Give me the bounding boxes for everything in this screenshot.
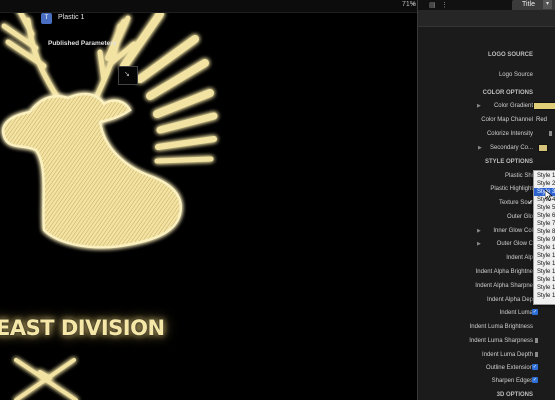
logo-source-well[interactable]: ↘ [118,66,138,85]
style-options-header: STYLE OPTIONS [484,159,533,165]
outline-extension-checkbox[interactable]: ✓ [532,364,538,370]
menu-item-style[interactable]: Style 12 [534,260,555,268]
colorize-intensity-slider[interactable] [549,131,552,136]
menu-item-style[interactable]: Style 16 [534,292,555,300]
division-caption: EAST DIVISION [0,316,165,340]
indent-alpha-depth-label: Indent Alpha Dep [486,297,533,303]
color-map-channel-value[interactable]: Red [536,117,547,123]
image-well-icon: ↘ [124,71,130,78]
logo-source-label: Logo Source [498,72,533,78]
indent-luma-sharpness-label: Indent Luma Sharpness [469,338,533,344]
generator-title: Plastic 1 [58,14,85,21]
secondary-color-label: Secondary Co... [489,145,533,151]
menu-item-style[interactable]: Style 2 [534,180,555,188]
color-map-channel-label: Color Map Channel [481,117,533,123]
indent-alpha-label: Indent Alp [506,255,533,261]
indent-alpha-brightness-label: Indent Alpha Brightne [475,269,533,275]
indent-luma-depth-label: Indent Luma Depth [481,352,533,358]
menu-item-style[interactable]: Style 9 [534,236,555,244]
plastic-highlight-label: Plastic Highlight [490,186,533,192]
menu-item-style[interactable]: Style 6 [534,212,555,220]
indent-luma-checkbox[interactable]: ✓ [532,309,538,315]
sunburst-rays [105,10,218,164]
indent-luma-sharpness-slider[interactable] [535,338,538,343]
color-gradient-label: Color Gradient [493,103,533,109]
indent-luma-depth-slider[interactable] [535,352,538,357]
canvas-viewer[interactable]: 71% ▾ EAST DIVISION [0,0,417,400]
crossed-rifles [14,358,78,400]
logo-source-header: LOGO SOURCE [487,52,533,58]
menu-item-style[interactable]: Style 1 [534,172,555,180]
deer-head [1,92,183,249]
indent-luma-label: Indent Luma [499,310,533,316]
colorize-intensity-label: Colorize Intensity [486,131,533,137]
outer-glow-color-label: Outer Glow C [496,241,533,247]
menu-item-style[interactable]: Style 5 [534,204,555,212]
menu-item-style[interactable]: Style 13 [534,268,555,276]
menu-item-style[interactable]: Style 15 [534,284,555,292]
arrow-cursor-icon [545,190,553,201]
indent-luma-brightness-label: Indent Luma Brightness [469,324,533,330]
plastic-shine-label: Plastic Shi [504,173,533,179]
zoom-dropdown-icon[interactable]: ▾ [412,1,415,8]
outer-glow-label: Outer Glo [506,214,533,220]
menu-item-style[interactable]: Style 8 [534,228,555,236]
inner-glow-color-label: Inner Glow Col [493,228,533,234]
selected-checkmark-icon: ✓ [528,200,534,206]
outline-extension-label: Outline Extension [485,365,533,371]
menu-item-style[interactable]: Style 10 [534,244,555,252]
menu-item-style[interactable]: Style 7 [534,220,555,228]
logo-artwork [1,5,218,400]
color-gradient-swatch[interactable] [533,102,555,110]
3d-options-header: 3D OPTIONS [496,392,533,398]
sharpen-edges-checkbox[interactable]: ✓ [532,377,538,383]
texture-source-label: Texture Sour [498,200,533,206]
viewer-toolbar [0,0,417,13]
menu-item-style[interactable]: Style 11 [534,252,555,260]
indent-alpha-sharpness-label: Indent Alpha Sharpne [475,283,533,289]
published-parameters-heading: Published Parameters [48,40,117,47]
secondary-color-swatch[interactable] [538,144,548,152]
title-generator-icon: T [41,13,52,24]
sharpen-edges-label: Sharpen Edges [491,378,533,384]
color-options-header: COLOR OPTIONS [482,90,533,96]
menu-item-style[interactable]: Style 14 [534,276,555,284]
antlers [1,5,137,101]
